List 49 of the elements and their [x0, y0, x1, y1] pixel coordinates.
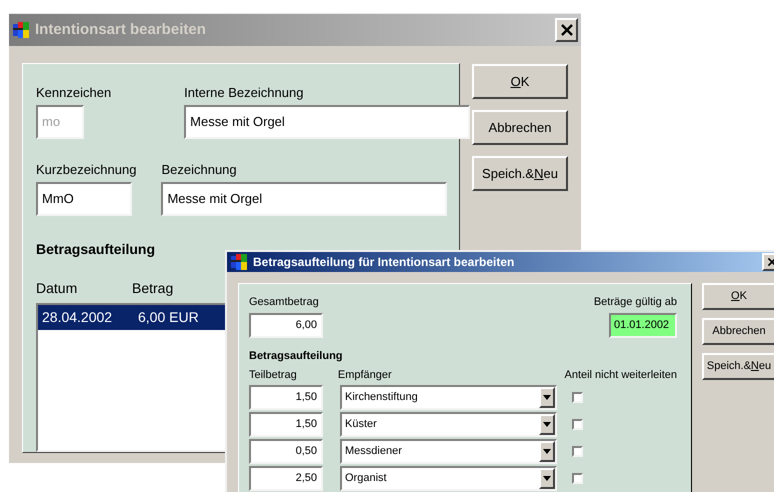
app-icon: [230, 252, 250, 272]
column-header: Empfänger: [338, 368, 393, 383]
column-header: Teilbetrag: [249, 368, 298, 383]
close-icon: [767, 257, 774, 267]
field-label: Bezeichnung: [161, 161, 238, 179]
column-header: Betrag: [132, 279, 174, 298]
column-header: Anteil nicht weiterleiten: [564, 368, 677, 383]
dialog-button[interactable]: Abbrechen: [702, 318, 774, 345]
list-cell-text: 28.04.2002: [41, 308, 114, 327]
field-label: Kurzbezeichnung: [36, 161, 136, 179]
checkbox[interactable]: [572, 472, 583, 484]
amount-field[interactable]: 2,50: [249, 466, 323, 490]
section-title: Betragsaufteilung: [249, 348, 344, 364]
dropdown-caret-icon: [539, 414, 555, 434]
recipient-dropdown[interactable]: Küster: [340, 412, 557, 436]
text-field[interactable]: MmO: [36, 182, 132, 216]
window-title: Intentionsart bearbeiten: [35, 20, 207, 40]
amount-field[interactable]: 1,50: [249, 412, 323, 436]
text-field[interactable]: 6,00: [249, 312, 323, 338]
close-button[interactable]: [555, 18, 578, 42]
recipient-dropdown[interactable]: Organist: [340, 466, 557, 490]
amount-field[interactable]: 1,50: [249, 384, 323, 410]
amount-field[interactable]: 0,50: [249, 438, 323, 464]
recipient-dropdown[interactable]: Kirchenstiftung: [340, 384, 557, 410]
column-header: Datum: [36, 279, 78, 298]
checkbox[interactable]: [572, 418, 583, 430]
section-title: Betragsaufteilung: [36, 240, 156, 259]
dropdown-caret-icon: [539, 440, 555, 462]
checkbox[interactable]: [572, 446, 583, 456]
app-icon: [12, 20, 32, 40]
dropdown-caret-icon: [539, 468, 555, 488]
checkbox[interactable]: [572, 392, 583, 402]
dialog-button[interactable]: OK: [702, 283, 774, 310]
dialog-button[interactable]: Speich.&Neu: [472, 156, 568, 191]
field-label: Kennzeichen: [36, 84, 112, 102]
field-label: Beträge gültig ab: [594, 295, 677, 310]
list-cell-text: 6,00 EUR: [137, 308, 200, 327]
window-title: Betragsaufteilung für Intentionsart bearbeiten: [253, 254, 516, 271]
dialog-button[interactable]: OK: [472, 64, 568, 99]
dialog-button[interactable]: Abbrechen: [472, 110, 568, 145]
dialog-button[interactable]: Speich.&Neu: [702, 353, 774, 380]
field-label: Interne Bezeichnung: [184, 84, 304, 102]
text-field[interactable]: Messe mit Orgel: [161, 182, 448, 216]
field-label: Gesamtbetrag: [249, 295, 320, 310]
date-field[interactable]: 01.01.2002: [609, 312, 677, 338]
dropdown-caret-icon: [539, 386, 555, 408]
close-icon: [560, 23, 574, 37]
text-field[interactable]: Messe mit Orgel: [184, 105, 470, 139]
recipient-dropdown[interactable]: Messdiener: [340, 438, 557, 464]
